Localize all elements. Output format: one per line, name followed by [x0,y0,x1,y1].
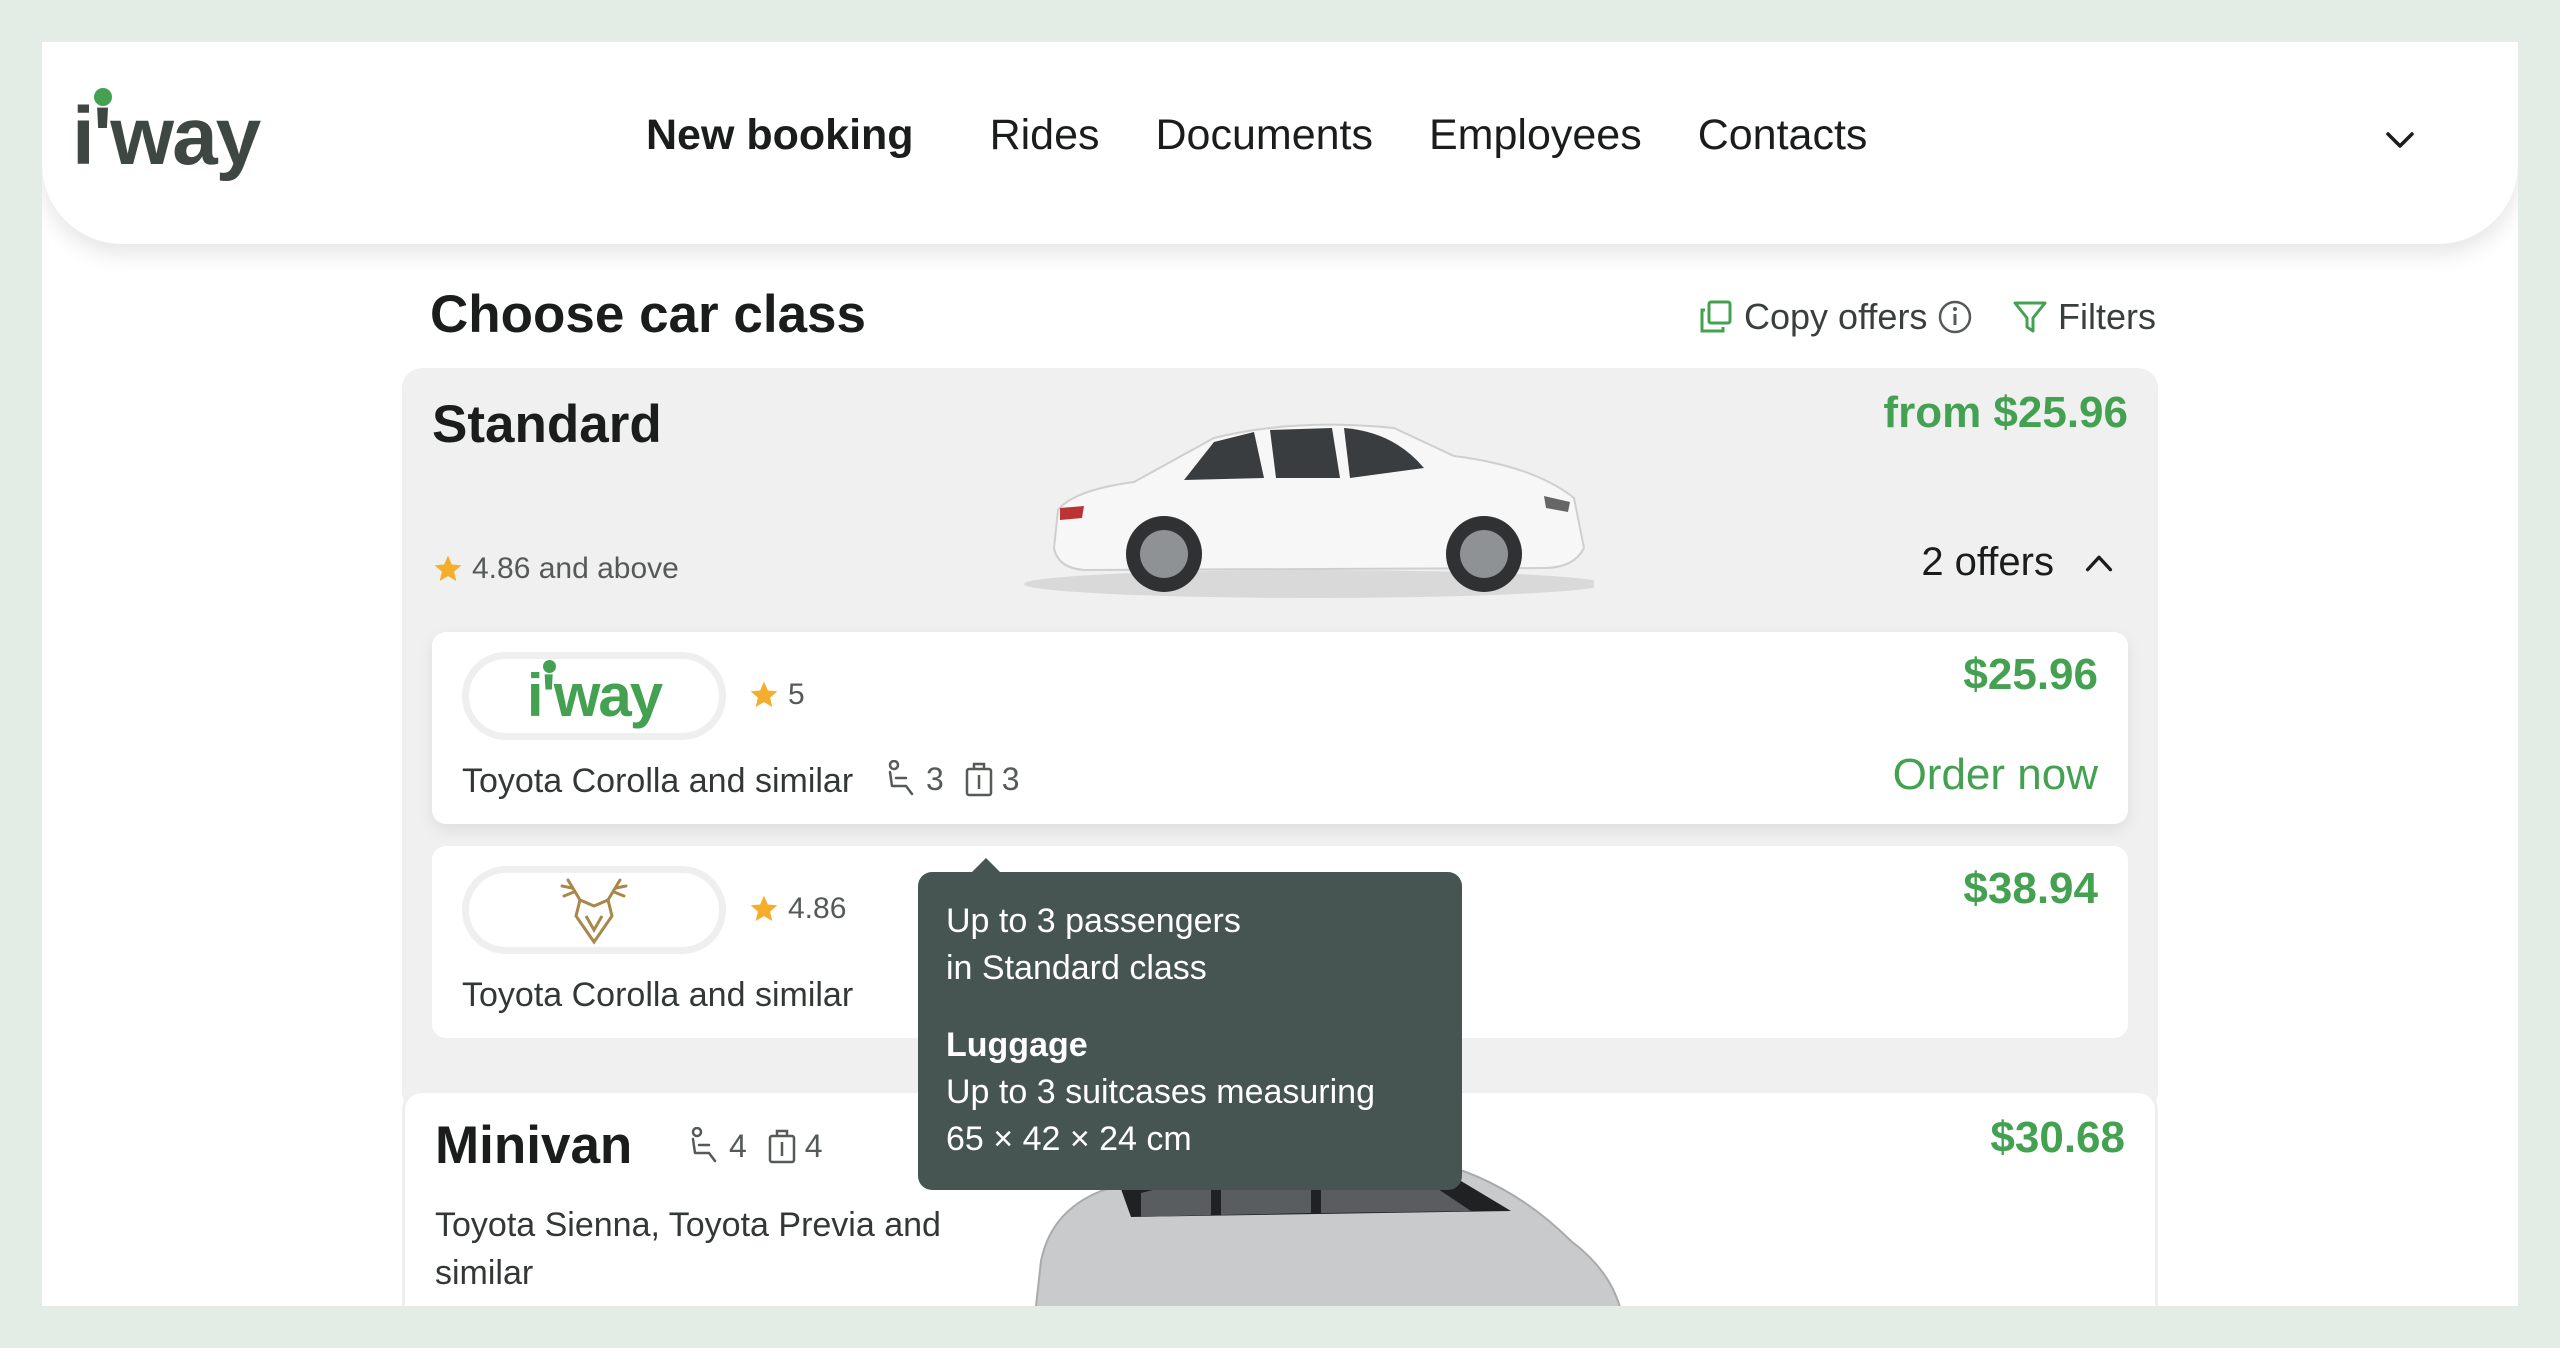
star-icon [434,555,462,581]
tooltip-luggage-line1: Up to 3 suitcases measuring [946,1073,1375,1111]
app-frame: i'way New booking Rides Documents Employ… [42,42,2518,1306]
class-name: Standard [432,395,662,454]
copy-icon [1700,300,1732,333]
provider-logo-pill: i'way [462,652,726,740]
capacity-tooltip: Up to 3 passengers in Standard class Lug… [918,858,1462,1190]
tooltip-passengers-line1: Up to 3 passengers [946,902,1241,940]
offer-rating: 4.86 [748,892,846,926]
logo-text: i'way [72,91,261,182]
filters-button[interactable]: Filters [2012,296,2156,338]
offer-capacity[interactable]: 3 3 [884,760,1020,798]
nav-documents[interactable]: Documents [1156,114,1373,157]
tooltip-luggage-line2: 65 × 42 × 24 cm [946,1120,1192,1158]
page-title: Choose car class [430,285,867,344]
seat-icon [691,1127,717,1163]
offer-rating-value: 5 [788,678,805,711]
tooltip-arrow [972,858,1000,872]
nav-new-booking[interactable]: New booking [646,114,914,157]
minivan-models: Toyota Sienna, Toyota Previa and similar [435,1206,941,1292]
offer-price: $25.96 [1963,650,2098,699]
nav-employees[interactable]: Employees [1429,114,1642,157]
class-price: from $25.96 [1883,388,2128,437]
copy-offers-label: Copy offers [1744,296,1928,337]
provider-logo-pill [462,866,726,954]
nav-rides[interactable]: Rides [990,114,1100,157]
passengers-count: 4 [729,1127,747,1164]
deer-crest-logo [560,878,628,945]
class-price: $30.68 [1990,1113,2125,1162]
provider-logo-dot [542,660,556,673]
class-rating: 4.86 and above [432,552,679,586]
minivan-capacity[interactable]: 4 4 [687,1127,823,1165]
offer-rating: 5 [748,678,805,712]
main-nav: New booking Rides Documents Employees Co… [646,114,1867,157]
suitcase-icon [965,762,993,797]
offer-price: $38.94 [1963,864,2098,913]
tooltip-luggage-title: Luggage [946,1026,1088,1064]
offer-card[interactable]: i'way 5 Toyota Corolla and similar 3 3 $… [432,632,2128,824]
filters-label: Filters [2058,296,2156,337]
seat-icon [888,760,914,796]
sedan-car-image [1024,423,1594,598]
offer-car-model: Toyota Corolla and similar [462,762,854,800]
info-icon[interactable] [1937,299,1973,335]
luggage-count: 4 [804,1127,823,1164]
filter-icon [2013,301,2047,333]
star-icon [750,681,778,707]
offer-car-model: Toyota Corolla and similar [462,976,854,1014]
offers-count: 2 offers [1921,540,2054,584]
order-now-button[interactable]: Order now [1893,750,2098,800]
copy-offers-button[interactable]: Copy offers [1698,296,1973,338]
passengers-count: 3 [926,760,944,797]
top-header: i'way New booking Rides Documents Employ… [42,42,2518,244]
suitcase-icon [768,1129,796,1164]
luggage-count: 3 [1001,760,1020,797]
chevron-up-icon [2085,555,2113,571]
class-rating-text: 4.86 and above [472,552,679,585]
tooltip-passengers-line2: in Standard class [946,949,1207,987]
iway-logo[interactable]: i'way [72,88,282,188]
class-name: Minivan [435,1116,633,1175]
offers-toggle[interactable]: 2 offers [1921,540,2118,585]
chevron-down-icon[interactable] [2380,120,2420,160]
provider-logo-text: i'way [527,660,663,726]
star-icon [750,895,778,921]
offer-rating-value: 4.86 [788,892,847,925]
nav-contacts[interactable]: Contacts [1698,114,1868,157]
